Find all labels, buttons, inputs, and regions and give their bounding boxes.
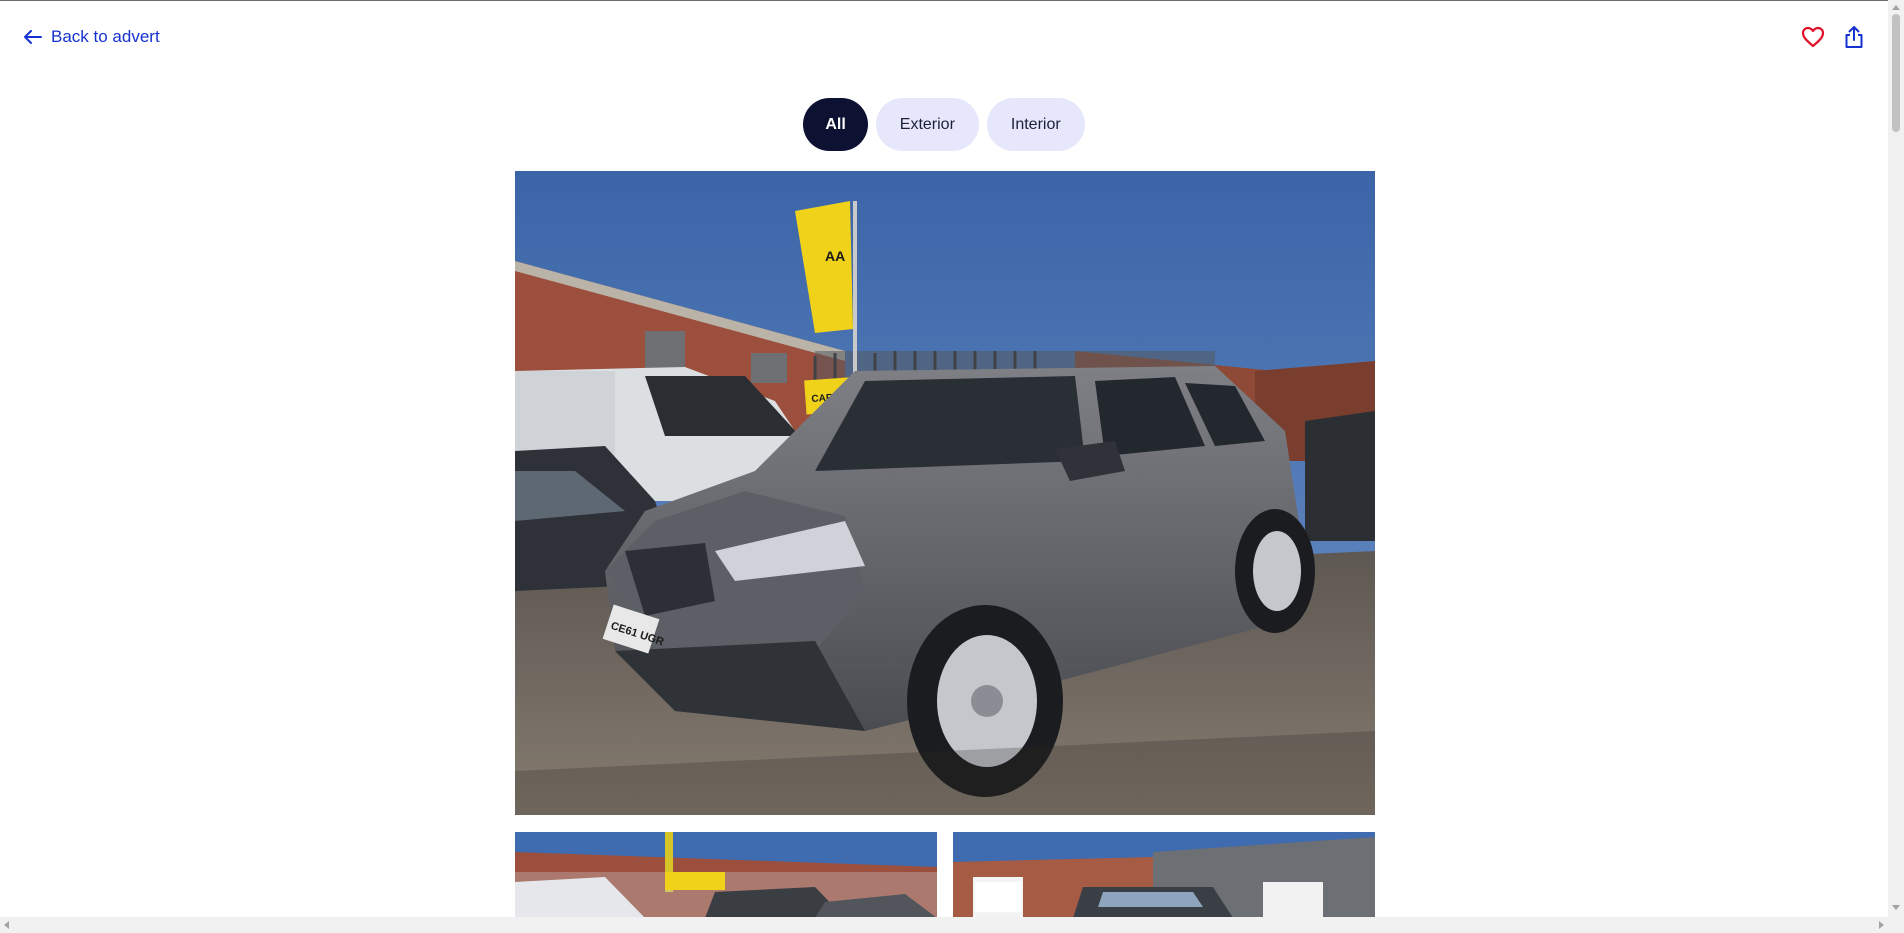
vertical-scrollbar[interactable] — [1888, 0, 1904, 933]
thumbnail-image — [953, 832, 1375, 918]
top-border — [0, 0, 1904, 1]
scroll-up-icon[interactable] — [1892, 5, 1900, 10]
vertical-scrollbar-thumb[interactable] — [1892, 14, 1900, 132]
heart-icon — [1801, 26, 1825, 53]
share-icon — [1844, 25, 1864, 54]
scroll-left-icon[interactable] — [4, 921, 9, 929]
tab-interior[interactable]: Interior — [986, 98, 1085, 151]
horizontal-scrollbar[interactable] — [0, 917, 1888, 933]
thumbnail-photo-2[interactable] — [515, 832, 937, 918]
tab-exterior[interactable]: Exterior — [875, 98, 979, 151]
save-favourite-button[interactable] — [1798, 24, 1828, 54]
scroll-down-icon[interactable] — [1892, 905, 1900, 910]
share-button[interactable] — [1839, 24, 1869, 54]
flag-text: AA — [825, 248, 845, 264]
car-photo-image: AA CAR HAUS LIMITED CE61 UGR — [515, 171, 1375, 815]
arrow-left-icon — [24, 30, 42, 44]
thumbnail-photo-3[interactable] — [953, 832, 1375, 918]
scroll-right-icon[interactable] — [1879, 921, 1884, 929]
tab-all[interactable]: All — [803, 98, 868, 151]
thumbnail-image — [515, 832, 937, 918]
back-to-advert-label: Back to advert — [51, 27, 160, 46]
photo-filter-tabs: All Exterior Interior — [0, 98, 1888, 151]
back-to-advert-link[interactable]: Back to advert — [24, 26, 160, 48]
main-car-photo[interactable]: AA CAR HAUS LIMITED CE61 UGR — [515, 171, 1375, 815]
